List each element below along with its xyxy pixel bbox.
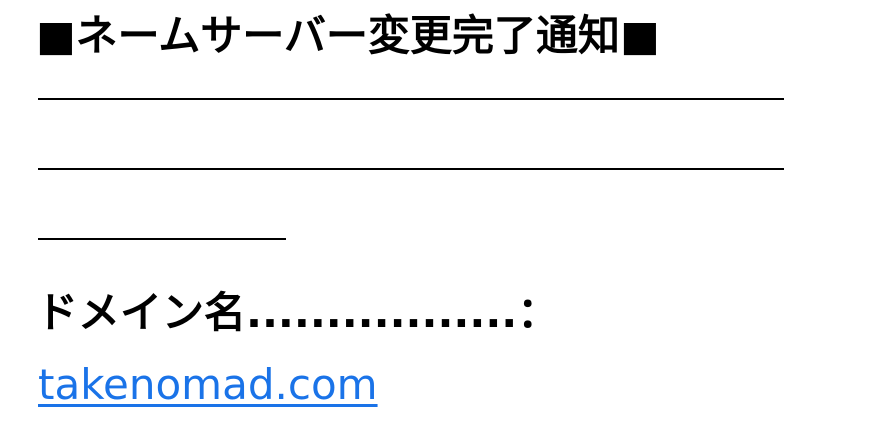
message-body: ■ネームサーバー変更完了通知■ ドメイン名.................： …: [0, 0, 870, 446]
separator-line: [38, 238, 286, 240]
separator-line: [38, 98, 784, 100]
domain-link[interactable]: takenomad.com: [38, 354, 378, 416]
domain-name-label: ドメイン名.................：: [36, 288, 560, 337]
separator-line: [38, 168, 784, 170]
notice-title: ■ネームサーバー変更完了通知■: [36, 11, 660, 60]
